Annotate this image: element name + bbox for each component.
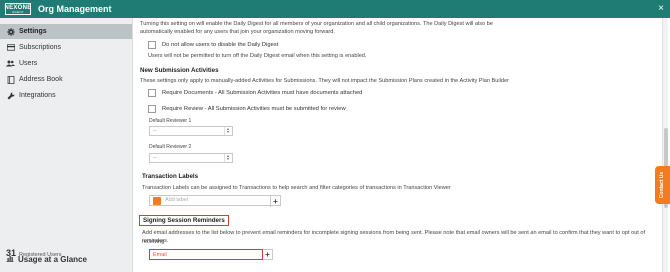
users-icon — [6, 59, 15, 68]
sidebar: Settings Subscriptions Users Address Boo… — [0, 18, 133, 272]
card-icon — [6, 43, 15, 52]
disable-digest-checkbox[interactable] — [148, 41, 156, 49]
select-arrows-icon: ▲ ▼ — [224, 154, 230, 162]
settings-panel: Turning this setting on will enable the … — [134, 18, 660, 272]
signing-description-cont: reminders. — [142, 238, 169, 244]
page-title: Org Management — [38, 4, 112, 14]
email-input[interactable]: Email — [149, 249, 263, 260]
transaction-labels-heading: Transaction Labels — [142, 173, 199, 180]
sidebar-item-settings[interactable]: Settings — [0, 24, 132, 39]
disable-digest-row: Do not allow users to disable the Daily … — [148, 41, 278, 49]
disable-digest-note: Users will not be permitted to turn off … — [148, 53, 367, 59]
signing-heading: Signing Session Reminders — [143, 217, 225, 224]
reviewer1-value: -- — [153, 128, 157, 134]
reviewer2-select[interactable]: -- ▲ ▼ — [149, 153, 233, 163]
add-label-input[interactable]: Add label — [163, 196, 270, 205]
sidebar-item-label: Integrations — [19, 92, 56, 99]
sidebar-item-label: Users — [19, 60, 38, 67]
signing-description: Add email addresses to the list below to… — [142, 230, 646, 245]
wrench-icon — [6, 91, 15, 100]
disable-digest-label: Do not allow users to disable the Daily … — [162, 42, 279, 48]
submission-heading: New Submission Activities — [140, 67, 219, 74]
require-documents-checkbox[interactable] — [148, 89, 156, 97]
sidebar-item-label: Settings — [19, 28, 47, 35]
reviewer2-value: -- — [153, 155, 157, 161]
registered-users-stat: 31 Registered Users — [6, 248, 62, 258]
require-review-checkbox[interactable] — [148, 105, 156, 113]
reviewer1-select[interactable]: -- ▲ ▼ — [149, 126, 233, 136]
email-field-row: Email + — [149, 249, 273, 260]
sidebar-item-integrations[interactable]: Integrations — [0, 88, 132, 103]
reviewer1-label: Default Reviewer 1 — [149, 118, 192, 124]
submission-description: These settings only apply to manually-ad… — [140, 78, 509, 84]
require-documents-label: Require Documents - All Submission Activ… — [162, 90, 363, 96]
add-email-button[interactable]: + — [263, 249, 273, 260]
sidebar-item-label: Address Book — [19, 76, 63, 83]
require-review-label: Require Review - All Submission Activiti… — [162, 106, 346, 112]
sidebar-item-users[interactable]: Users — [0, 56, 132, 71]
require-review-row: Require Review - All Submission Activiti… — [148, 105, 346, 113]
sidebar-item-label: Subscriptions — [19, 44, 62, 51]
select-arrows-icon: ▲ ▼ — [224, 127, 230, 135]
logo-subtext: AGENT — [12, 9, 24, 14]
reviewer2-label: Default Reviewer 2 — [149, 144, 192, 150]
add-label-field: Add label + — [149, 195, 281, 207]
digest-description-cont: automatically enabled for any users that… — [140, 29, 335, 35]
gear-icon — [6, 27, 15, 36]
book-icon — [6, 75, 15, 84]
signing-heading-box: Signing Session Reminders — [139, 215, 229, 226]
contact-us-label: Contact Us — [659, 171, 666, 199]
label-color-swatch[interactable] — [153, 197, 161, 205]
top-bar: NEXONE AGENT Org Management × — [0, 0, 670, 18]
sidebar-item-address-book[interactable]: Address Book — [0, 72, 132, 87]
registered-users-count: 31 — [6, 248, 17, 258]
main-scrollbar[interactable] — [662, 18, 668, 272]
require-documents-row: Require Documents - All Submission Activ… — [148, 89, 362, 97]
transaction-labels-description: Transaction Labels can be assigned to Tr… — [142, 185, 451, 191]
registered-users-label: Registered Users — [19, 252, 62, 258]
contact-us-tab[interactable]: Contact Us — [655, 166, 670, 204]
sidebar-item-subscriptions[interactable]: Subscriptions — [0, 40, 132, 55]
add-label-button[interactable]: + — [270, 196, 280, 207]
nexone-logo[interactable]: NEXONE AGENT — [4, 3, 31, 15]
close-icon[interactable]: × — [658, 3, 664, 15]
